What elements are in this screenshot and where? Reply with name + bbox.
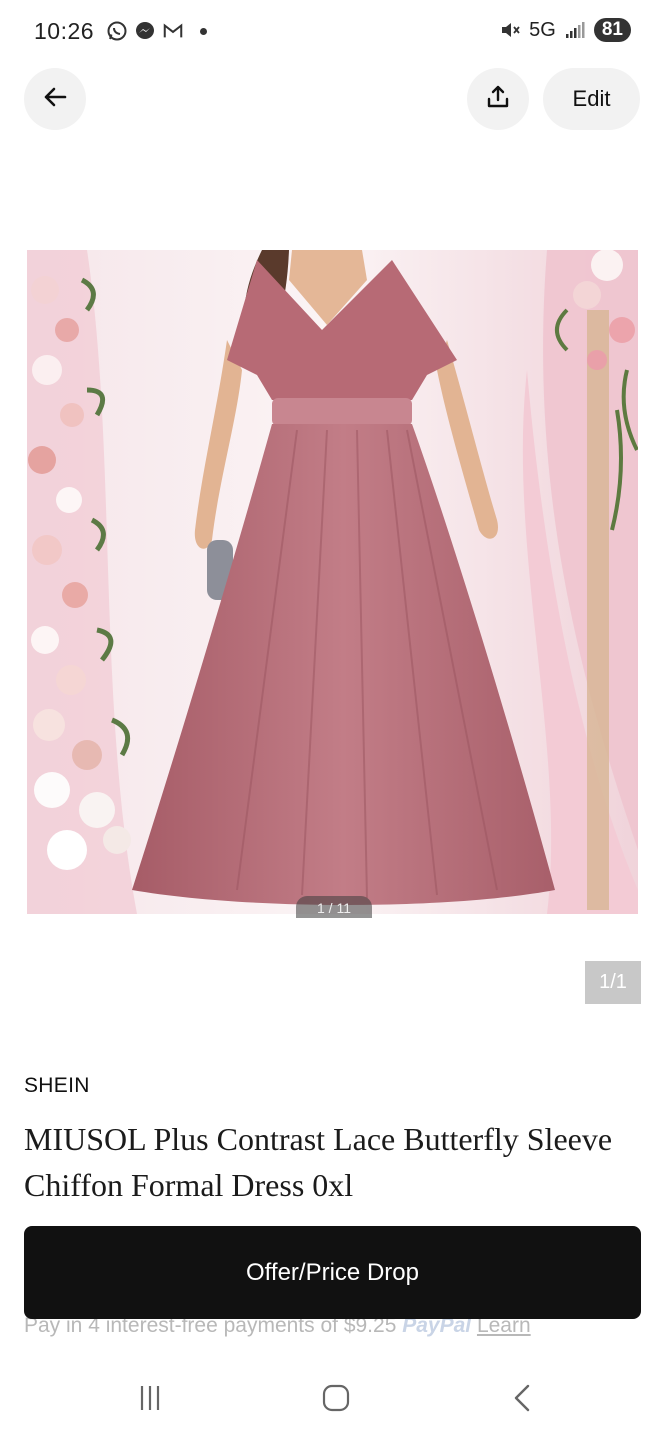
notification-icons bbox=[106, 20, 207, 42]
product-title: MIUSOL Plus Contrast Lace Butterfly Slee… bbox=[24, 1121, 613, 1203]
image-counter: 1 / 11 bbox=[296, 896, 372, 918]
more-notifications-dot bbox=[200, 27, 207, 35]
product-image[interactable] bbox=[27, 250, 638, 914]
brand-name[interactable]: SHEIN bbox=[24, 1074, 90, 1098]
home-icon bbox=[321, 1383, 351, 1418]
status-time: 10:26 bbox=[34, 18, 95, 44]
nav-back-button[interactable] bbox=[502, 1380, 542, 1420]
signal-icon bbox=[564, 19, 586, 41]
mute-icon bbox=[499, 19, 521, 41]
system-nav-bar bbox=[0, 1360, 665, 1440]
back-arrow-icon bbox=[41, 83, 69, 116]
network-type: 5G bbox=[529, 18, 556, 41]
share-button[interactable] bbox=[467, 68, 529, 130]
gmail-icon bbox=[162, 20, 184, 42]
recents-button[interactable] bbox=[130, 1380, 170, 1420]
nav-back-icon bbox=[510, 1383, 534, 1418]
back-button[interactable] bbox=[24, 68, 86, 130]
status-right: 5G 81 bbox=[499, 18, 631, 42]
messenger-icon bbox=[134, 20, 156, 42]
offer-price-drop-button[interactable]: Offer/Price Drop bbox=[24, 1226, 641, 1319]
home-button[interactable] bbox=[316, 1380, 356, 1420]
edit-button[interactable]: Edit bbox=[543, 68, 640, 130]
page-badge: 1/1 bbox=[585, 961, 641, 1004]
recents-icon bbox=[135, 1384, 165, 1417]
status-bar: 10:26 5G 81 bbox=[0, 0, 665, 66]
whatsapp-icon bbox=[106, 20, 128, 42]
share-icon bbox=[484, 83, 512, 116]
battery-level: 81 bbox=[593, 18, 631, 42]
